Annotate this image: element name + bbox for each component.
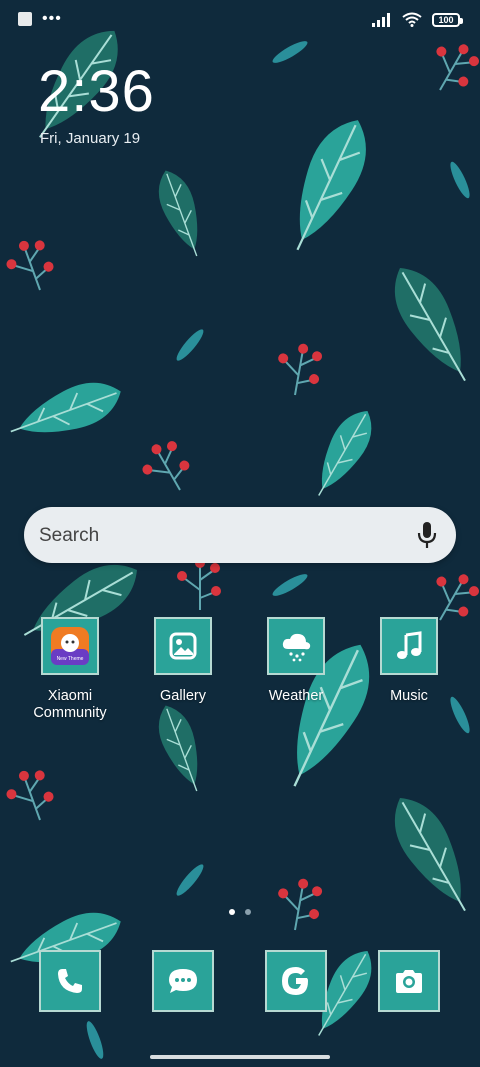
app-gallery[interactable]: Gallery — [128, 617, 238, 705]
mic-icon[interactable] — [416, 521, 438, 549]
notification-square-icon — [18, 12, 32, 26]
xiaomi-community-icon[interactable]: New Theme — [41, 617, 99, 675]
dock-google[interactable] — [241, 950, 351, 1012]
music-icon[interactable] — [380, 617, 438, 675]
page-dot-active — [229, 909, 235, 915]
status-bar: ••• 100 — [0, 0, 480, 44]
wifi-icon — [402, 12, 422, 27]
app-label-gallery: Gallery — [160, 688, 206, 704]
app-label-weather: Weather — [268, 688, 324, 704]
svg-text:New Theme: New Theme — [57, 656, 84, 662]
phone-icon[interactable] — [39, 950, 101, 1012]
battery-level: 100 — [438, 14, 454, 25]
signal-icon — [372, 12, 390, 27]
more-dots-icon: ••• — [42, 10, 62, 27]
app-label-music: Music — [390, 688, 428, 704]
page-indicator[interactable] — [229, 909, 251, 915]
app-weather[interactable]: Weather — [241, 617, 351, 705]
camera-icon[interactable] — [378, 950, 440, 1012]
search-bar[interactable]: Search — [24, 507, 456, 563]
page-dot — [245, 909, 251, 915]
dock-phone[interactable] — [15, 950, 125, 1012]
clock-time[interactable]: 2:36 — [38, 58, 155, 125]
clock-date[interactable]: Fri, January 19 — [40, 130, 140, 147]
messages-icon[interactable] — [152, 950, 214, 1012]
dock-camera[interactable] — [354, 950, 464, 1012]
dock-messages[interactable] — [128, 950, 238, 1012]
weather-icon[interactable] — [267, 617, 325, 675]
app-label-xiaomi-community: Xiaomi Community — [33, 688, 107, 721]
app-music[interactable]: Music — [354, 617, 464, 705]
search-placeholder: Search — [39, 525, 100, 546]
google-icon[interactable] — [265, 950, 327, 1012]
app-xiaomi-community[interactable]: New Theme Xiaomi Community — [15, 617, 125, 722]
battery-icon: 100 — [432, 12, 463, 27]
gesture-bar[interactable] — [150, 1055, 330, 1059]
gallery-icon[interactable] — [154, 617, 212, 675]
